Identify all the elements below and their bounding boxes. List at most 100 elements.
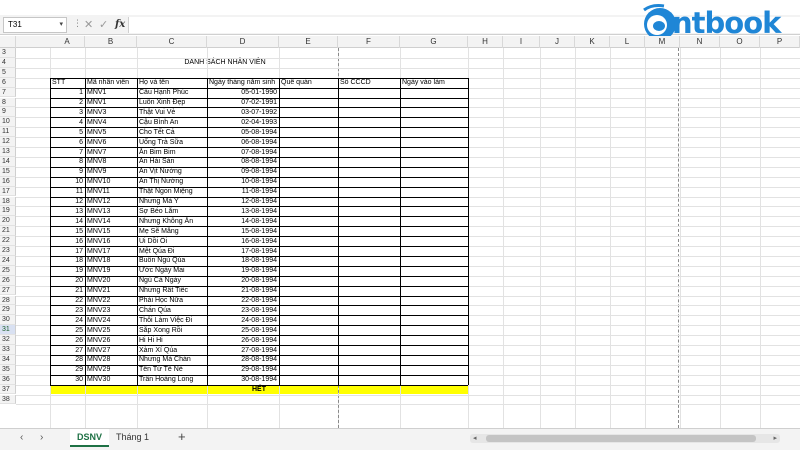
employee-id-cell[interactable]: MNV21 [85,286,137,296]
row-header-23[interactable]: 23 [0,246,16,256]
stt-cell[interactable]: 26 [50,336,85,346]
row-header-38[interactable]: 38 [0,394,16,405]
row-header-12[interactable]: 12 [0,137,16,147]
column-header-p[interactable]: P [760,36,800,48]
scroll-right-icon[interactable]: ▸ [773,434,777,442]
employee-id-cell[interactable]: MNV5 [85,128,137,138]
row-header-36[interactable]: 36 [0,374,16,385]
scrollbar-thumb[interactable] [486,435,756,442]
tab-thang-1[interactable]: Tháng 1 [112,429,153,447]
chevron-down-icon[interactable]: ▾ [59,18,63,32]
header-cell[interactable]: Mã nhân viên [85,78,137,88]
stt-cell[interactable]: 8 [50,157,85,167]
employee-id-cell[interactable]: MNV28 [85,355,137,365]
stt-cell[interactable]: 11 [50,187,85,197]
employee-id-cell[interactable]: MNV8 [85,157,137,167]
employee-name-cell[interactable]: Cầu Hạnh Phúc [137,88,207,98]
employee-name-cell[interactable]: Ui Dồi Ôi [137,237,207,247]
employee-id-cell[interactable]: MNV11 [85,187,137,197]
row-header-32[interactable]: 32 [0,335,16,345]
employee-id-cell[interactable]: MNV15 [85,227,137,237]
column-header-k[interactable]: K [575,36,610,48]
column-header-d[interactable]: D [207,36,279,48]
employee-id-cell[interactable]: MNV18 [85,256,137,266]
stt-cell[interactable]: 3 [50,108,85,118]
row-header-7[interactable]: 7 [0,87,16,98]
chevron-left-icon[interactable]: ‹ [20,432,23,443]
header-cell[interactable]: Họ và tên [137,78,207,88]
birth-date-cell[interactable]: 05-08-1994 [207,128,279,138]
header-cell[interactable]: STT [50,78,85,88]
employee-name-cell[interactable]: Thật Ngon Miệng [137,187,207,197]
column-header-n[interactable]: N [680,36,720,48]
horizontal-scrollbar[interactable]: ◂ ▸ [470,434,780,443]
birth-date-cell[interactable]: 10-08-1994 [207,177,279,187]
employee-id-cell[interactable]: MNV6 [85,138,137,148]
row-header-18[interactable]: 18 [0,196,16,207]
employee-name-cell[interactable]: Nhưng Mà Chán [137,355,207,365]
employee-id-cell[interactable]: MNV3 [85,108,137,118]
row-header-27[interactable]: 27 [0,285,16,296]
row-header-9[interactable]: 9 [0,107,16,118]
employee-name-cell[interactable]: Ngủ Cả Ngày [137,276,207,286]
select-all-corner[interactable] [0,36,16,48]
employee-name-cell[interactable]: Chán Qúa [137,306,207,316]
header-cell[interactable]: Ngày vào làm [400,78,468,88]
confirm-icon[interactable]: ✓ [99,17,108,33]
row-header-20[interactable]: 20 [0,216,16,227]
employee-id-cell[interactable]: MNV16 [85,237,137,247]
header-cell[interactable]: Quê quán [279,78,338,88]
birth-date-cell[interactable]: 05-01-1990 [207,88,279,98]
birth-date-cell[interactable]: 21-08-1994 [207,286,279,296]
column-header-c[interactable]: C [137,36,207,48]
row-header-21[interactable]: 21 [0,226,16,237]
employee-name-cell[interactable]: Trần Hoàng Long [137,375,207,385]
row-header-10[interactable]: 10 [0,117,16,128]
birth-date-cell[interactable]: 23-08-1994 [207,306,279,316]
stt-cell[interactable]: 13 [50,207,85,217]
employee-id-cell[interactable]: MNV26 [85,336,137,346]
row-header-37[interactable]: 37 [0,384,16,395]
birth-date-cell[interactable]: 28-08-1994 [207,355,279,365]
row-header-17[interactable]: 17 [0,186,16,197]
birth-date-cell[interactable]: 11-08-1994 [207,187,279,197]
row-header-29[interactable]: 29 [0,305,16,316]
column-header-j[interactable]: J [540,36,575,48]
stt-cell[interactable]: 21 [50,286,85,296]
employee-name-cell[interactable]: Hi Hi Hi [137,336,207,346]
column-header-a[interactable]: A [50,36,85,48]
employee-id-cell[interactable]: MNV23 [85,306,137,316]
cancel-icon[interactable]: ✕ [84,17,93,33]
column-header-g[interactable]: G [400,36,468,48]
fx-icon[interactable]: fx [115,17,125,33]
stt-cell[interactable]: 20 [50,276,85,286]
birth-date-cell[interactable]: 03-07-1992 [207,108,279,118]
stt-cell[interactable]: 16 [50,237,85,247]
employee-name-cell[interactable]: Thật Vui Vẻ [137,108,207,118]
add-sheet-button[interactable]: + [178,429,186,445]
row-header-3[interactable]: 3 [0,48,16,58]
employee-id-cell[interactable]: MNV1 [85,88,137,98]
row-header-35[interactable]: 35 [0,364,16,375]
employee-id-cell[interactable]: MNV20 [85,276,137,286]
birth-date-cell[interactable]: 30-08-1994 [207,375,279,385]
birth-date-cell[interactable]: 25-08-1994 [207,326,279,336]
row-header-19[interactable]: 19 [0,206,16,217]
employee-name-cell[interactable]: Uống Trà Sữa [137,138,207,148]
stt-cell[interactable]: 23 [50,306,85,316]
row-header-11[interactable]: 11 [0,127,16,138]
row-header-6[interactable]: 6 [0,77,16,88]
row-header-14[interactable]: 14 [0,156,16,167]
stt-cell[interactable]: 10 [50,177,85,187]
employee-id-cell[interactable]: MNV30 [85,375,137,385]
birth-date-cell[interactable]: 18-08-1994 [207,256,279,266]
employee-name-cell[interactable]: Nhưng Rất Tiếc [137,286,207,296]
employee-name-cell[interactable]: Ăn Hải Sản [137,157,207,167]
employee-name-cell[interactable]: Buồn Ngủ Qúa [137,256,207,266]
birth-date-cell[interactable]: 26-08-1994 [207,336,279,346]
employee-id-cell[interactable]: MNV25 [85,326,137,336]
stt-cell[interactable]: 18 [50,256,85,266]
row-header-16[interactable]: 16 [0,176,16,187]
scroll-left-icon[interactable]: ◂ [473,434,477,442]
row-header-33[interactable]: 33 [0,345,16,355]
